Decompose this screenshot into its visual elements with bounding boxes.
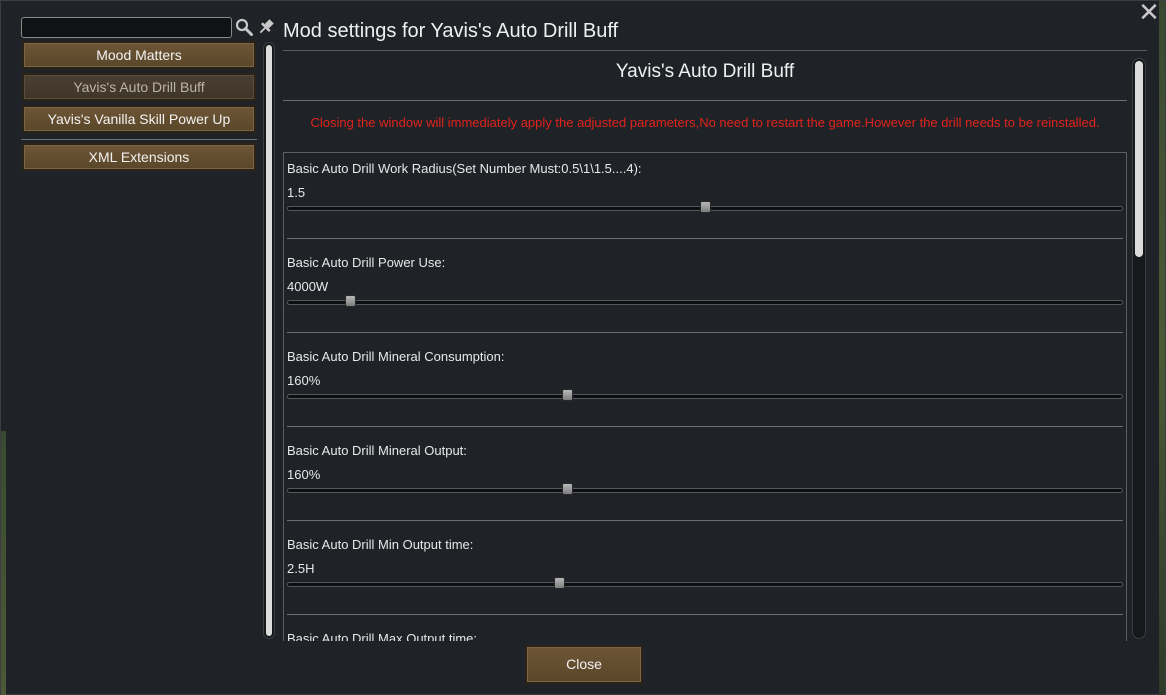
setting-value: 2.5H xyxy=(287,561,315,576)
setting-divider xyxy=(287,332,1123,333)
background-edge-left xyxy=(1,431,6,695)
slider-track[interactable] xyxy=(287,582,1123,587)
setting-max-output-time: Basic Auto Drill Max Output time: xyxy=(284,623,1126,641)
sidebar-divider xyxy=(21,139,257,140)
sidebar-scrollbar[interactable] xyxy=(263,42,275,639)
sidebar-item-yavis-vanilla-skill-power-up[interactable]: Yavis's Vanilla Skill Power Up xyxy=(22,105,256,133)
heading-divider xyxy=(283,100,1127,101)
background-edge-right xyxy=(1159,1,1165,695)
apply-notice: Closing the window will immediately appl… xyxy=(310,115,1100,130)
close-x-icon[interactable]: ✕ xyxy=(1137,0,1161,25)
setting-divider xyxy=(287,614,1123,615)
close-button[interactable]: Close xyxy=(525,645,643,684)
setting-value: 1.5 xyxy=(287,185,306,200)
sidebar-scrollbar-thumb[interactable] xyxy=(266,45,272,636)
sidebar-item-mood-matters[interactable]: Mood Matters xyxy=(22,41,256,69)
setting-value: 160% xyxy=(287,373,321,388)
sidebar-item-yavis-auto-drill-buff[interactable]: Yavis's Auto Drill Buff xyxy=(22,73,256,101)
slider-thumb[interactable] xyxy=(562,483,574,495)
slider-thumb[interactable] xyxy=(554,577,566,589)
mod-settings-window: ✕ Mood Matters Yavis's Auto Drill Buff Y… xyxy=(0,0,1166,695)
pin-icon[interactable] xyxy=(257,18,275,36)
setting-label: Basic Auto Drill Power Use: xyxy=(287,255,446,270)
setting-work-radius: Basic Auto Drill Work Radius(Set Number … xyxy=(284,153,1126,247)
slider-thumb[interactable] xyxy=(345,295,357,307)
slider-track[interactable] xyxy=(287,300,1123,305)
setting-power-use: Basic Auto Drill Power Use: 4000W xyxy=(284,247,1126,341)
slider-thumb[interactable] xyxy=(562,389,574,401)
title-divider xyxy=(283,50,1147,51)
setting-divider xyxy=(287,520,1123,521)
mod-heading: Yavis's Auto Drill Buff xyxy=(615,61,795,82)
slider-track[interactable] xyxy=(287,488,1123,493)
settings-scrollbar[interactable] xyxy=(1132,58,1146,639)
search-icon[interactable] xyxy=(235,18,253,36)
setting-label: Basic Auto Drill Max Output time: xyxy=(287,631,478,641)
setting-label: Basic Auto Drill Min Output time: xyxy=(287,537,474,552)
setting-min-output-time: Basic Auto Drill Min Output time: 2.5H xyxy=(284,529,1126,623)
settings-scrollbar-thumb[interactable] xyxy=(1135,61,1143,257)
setting-divider xyxy=(287,238,1123,239)
setting-value: 4000W xyxy=(287,279,329,294)
setting-label: Basic Auto Drill Mineral Consumption: xyxy=(287,349,505,364)
slider-thumb[interactable] xyxy=(699,201,711,213)
slider-track[interactable] xyxy=(287,394,1123,399)
settings-list[interactable]: Basic Auto Drill Work Radius(Set Number … xyxy=(283,152,1127,641)
setting-divider xyxy=(287,426,1123,427)
setting-label: Basic Auto Drill Work Radius(Set Number … xyxy=(287,161,642,176)
sidebar-item-xml-extensions[interactable]: XML Extensions xyxy=(22,143,256,171)
window-title: Mod settings for Yavis's Auto Drill Buff xyxy=(283,20,619,42)
setting-value: 160% xyxy=(287,467,321,482)
settings-content: Yavis's Auto Drill Buff Closing the wind… xyxy=(283,55,1147,641)
search-input[interactable] xyxy=(21,17,232,38)
setting-mineral-consumption: Basic Auto Drill Mineral Consumption: 16… xyxy=(284,341,1126,435)
setting-mineral-output: Basic Auto Drill Mineral Output: 160% xyxy=(284,435,1126,529)
setting-label: Basic Auto Drill Mineral Output: xyxy=(287,443,467,458)
